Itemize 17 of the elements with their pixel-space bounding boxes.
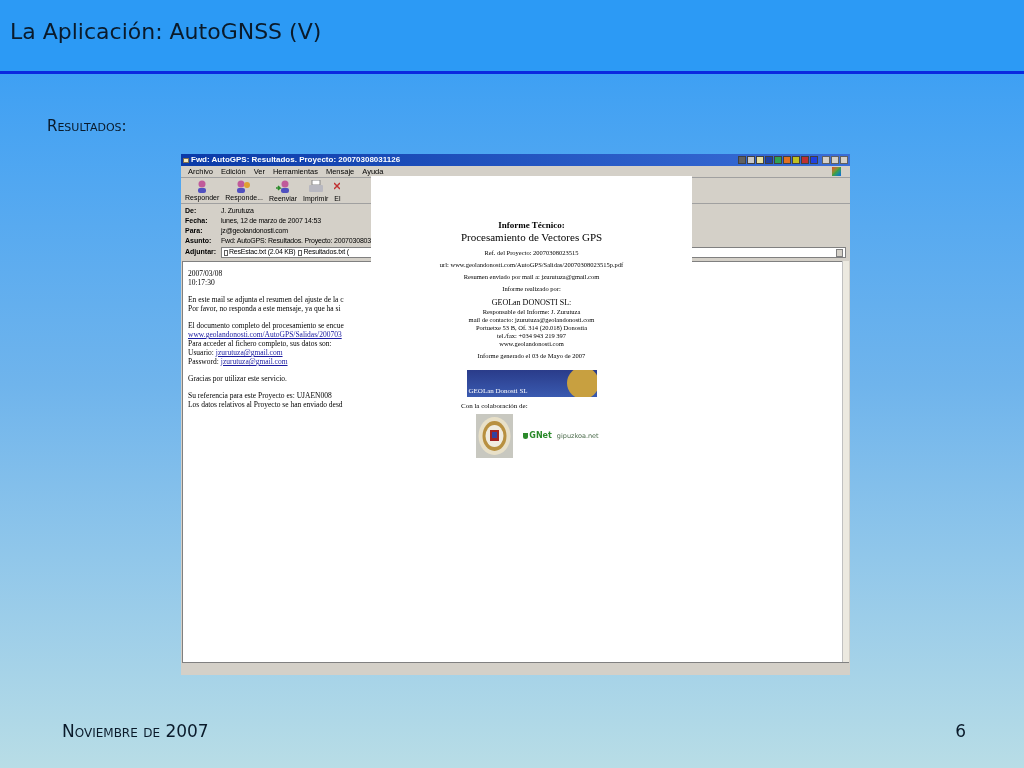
shield-icon [523,433,529,439]
slide-footer: Noviembre de 2007 [62,718,209,744]
document-text: GEOLan DONOSTI SL: [491,297,572,308]
file-icon [298,249,303,256]
window-title: Fwd: AutoGPS: Resultados. Proyecto: 20070308031126 [191,154,401,166]
slide-subtitle: Resultados: [47,117,127,135]
people-icon [275,179,291,194]
printer-icon [307,179,324,194]
page-number: 6 [955,719,966,743]
file-icon [224,249,228,256]
partner-logo: GNet [523,431,552,441]
mail-icon [183,157,189,163]
document-text: Procesamiento de Vectores GPS [460,231,603,245]
slide-title: La Aplicación: AutoGNSS (V) [10,18,322,46]
document-text: Informe Técnico: [498,220,565,232]
person-icon [198,180,207,193]
people-icon [237,180,252,193]
